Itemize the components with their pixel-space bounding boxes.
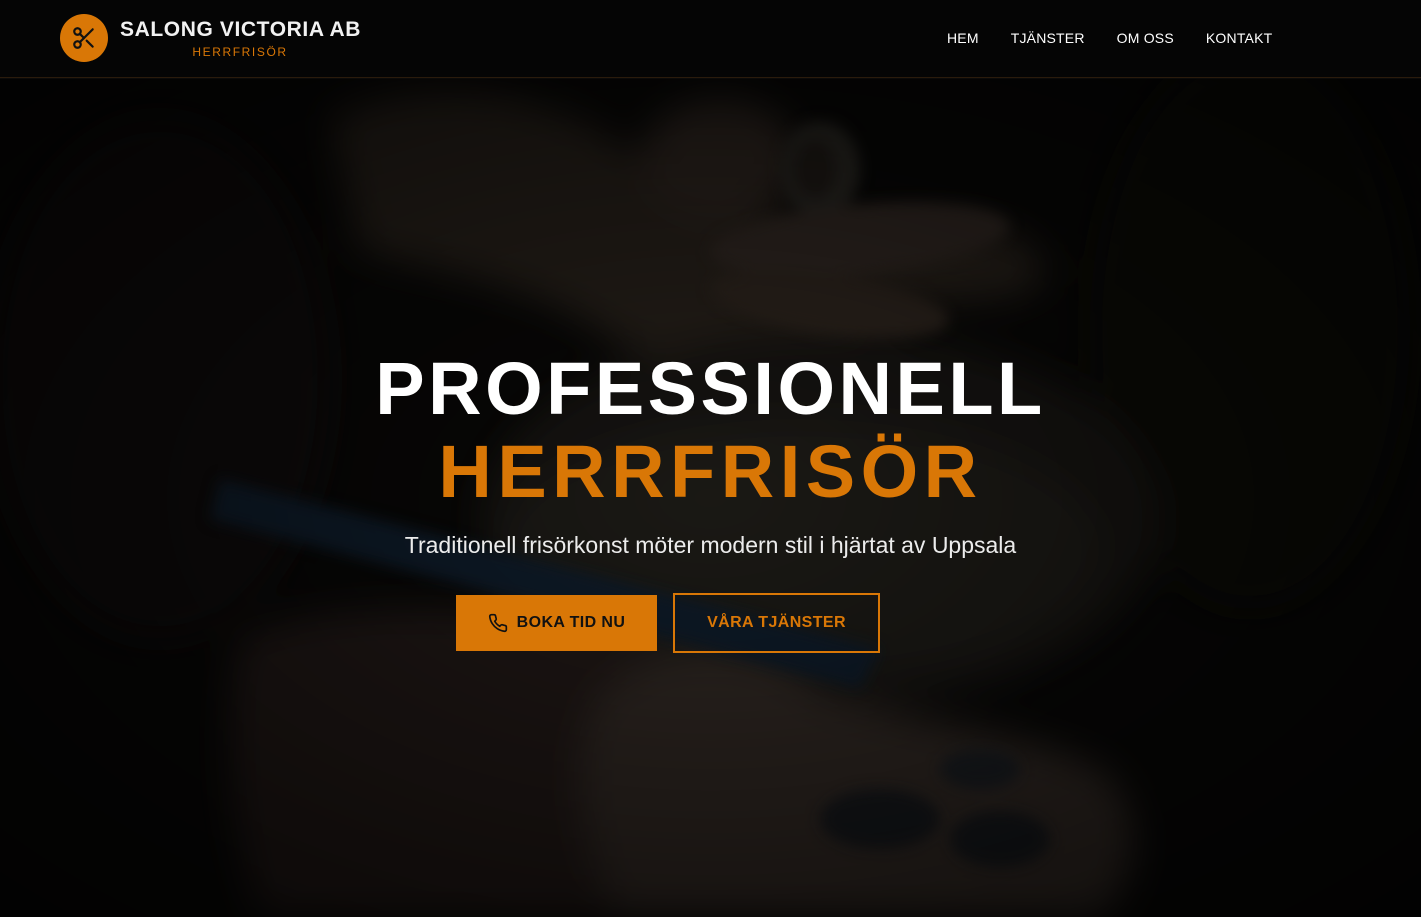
our-services-label: VÅRA TJÄNSTER — [707, 614, 846, 631]
brand-name: SALONG VICTORIA AB — [120, 18, 362, 41]
nav-item-kontakt[interactable]: KONTAKT — [1206, 30, 1272, 46]
our-services-button[interactable]: VÅRA TJÄNSTER — [673, 593, 880, 653]
nav-item-tjanster[interactable]: TJÄNSTER — [1011, 30, 1085, 46]
brand[interactable]: SALONG VICTORIA AB HERRFRISÖR — [60, 14, 360, 62]
nav-item-hem[interactable]: HEM — [947, 30, 979, 46]
nav-item-om-oss[interactable]: OM OSS — [1117, 30, 1174, 46]
brand-text: SALONG VICTORIA AB HERRFRISÖR — [120, 18, 360, 60]
book-now-button[interactable]: BOKA TID NU — [456, 595, 657, 651]
hero-content: PROFESSIONELL HERRFRISÖR Traditionell fr… — [0, 79, 1421, 917]
book-now-label: BOKA TID NU — [516, 614, 626, 631]
phone-icon — [488, 613, 508, 633]
hero-subtitle: Traditionell frisörkonst möter modern st… — [404, 532, 1017, 558]
hero-title-line1: PROFESSIONELL — [375, 347, 1046, 430]
hero-title-line2: HERRFRISÖR — [438, 430, 983, 513]
page: SALONG VICTORIA AB HERRFRISÖR HEM TJÄNST… — [0, 0, 1421, 917]
brand-tagline: HERRFRISÖR — [192, 45, 288, 59]
site-header: SALONG VICTORIA AB HERRFRISÖR HEM TJÄNST… — [0, 0, 1421, 78]
logo-badge — [60, 14, 108, 62]
scissors-icon — [73, 27, 94, 49]
main-nav: HEM TJÄNSTER OM OSS KONTAKT — [947, 30, 1272, 46]
hero-section: PROFESSIONELL HERRFRISÖR Traditionell fr… — [0, 79, 1421, 917]
